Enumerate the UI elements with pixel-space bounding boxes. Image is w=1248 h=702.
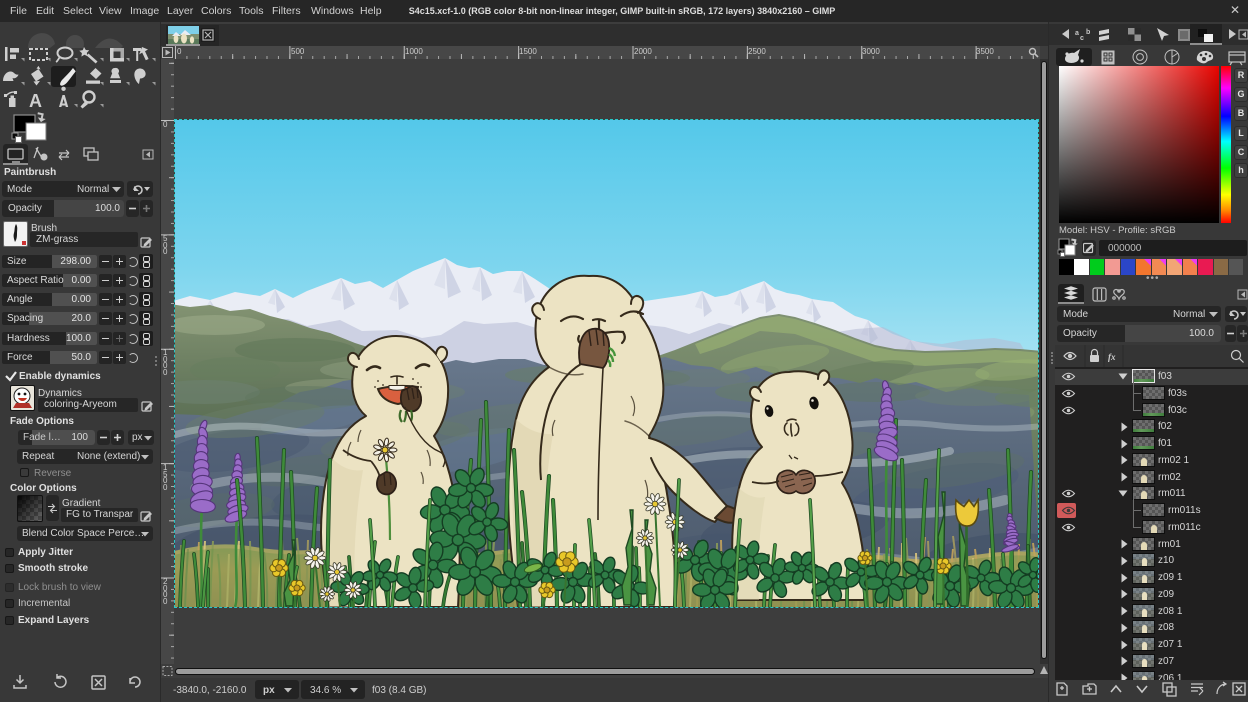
svg-text:c: c: [1080, 35, 1084, 42]
svg-text:A: A: [29, 91, 42, 109]
svg-text:fx: fx: [1108, 352, 1116, 362]
svg-text:b: b: [1086, 29, 1090, 36]
svg-text:a: a: [1075, 30, 1079, 37]
